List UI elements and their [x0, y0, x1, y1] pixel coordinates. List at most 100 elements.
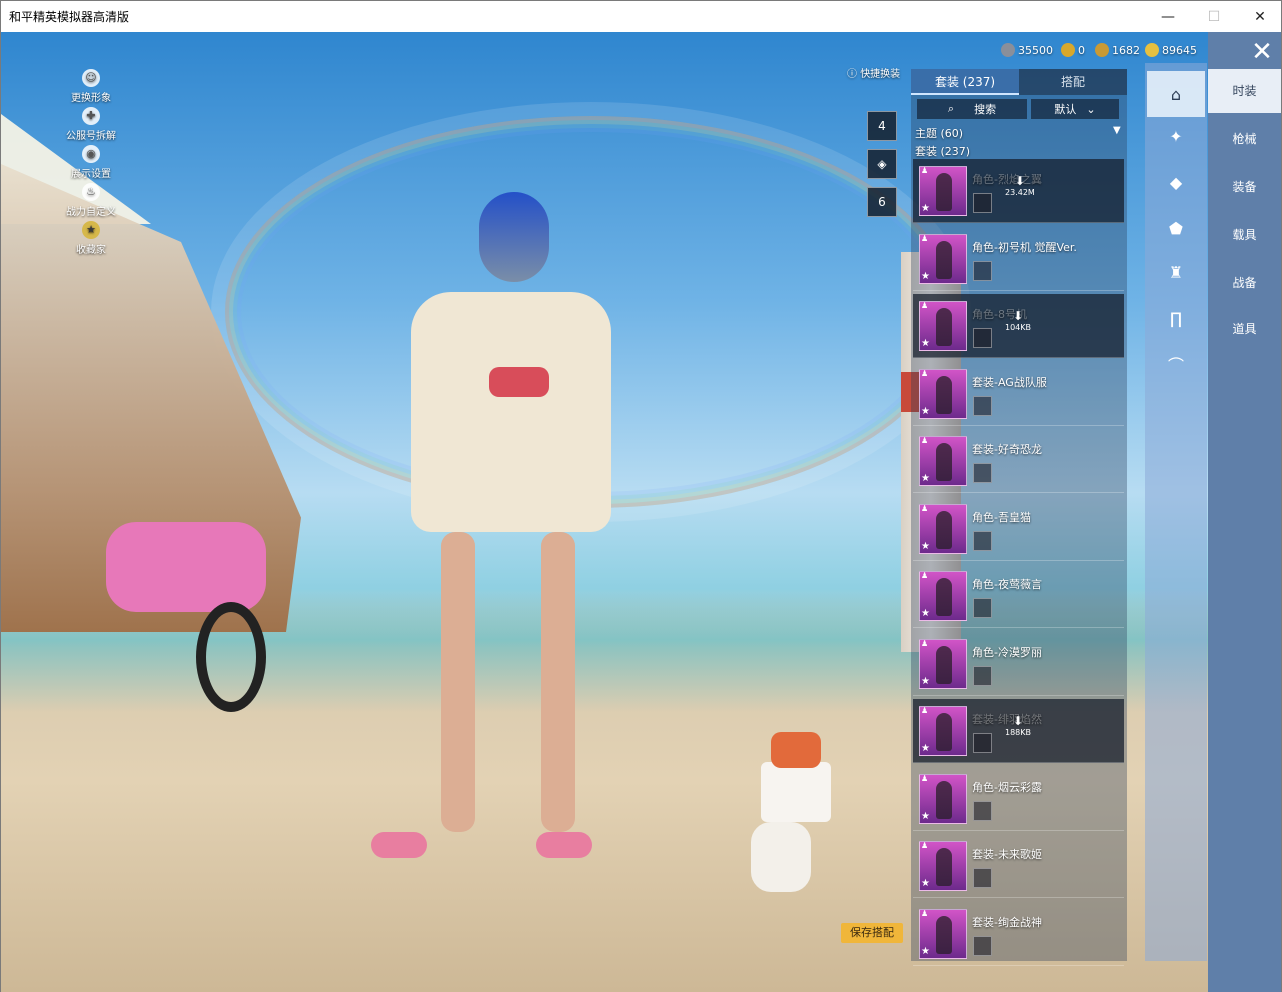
- rarity-corner-icon: ♟: [921, 774, 929, 783]
- outfit-item-label: 角色-烟云彩露: [972, 781, 1042, 794]
- outfit-item-label: 角色-吾皇猫: [972, 511, 1031, 524]
- nav-fashion[interactable]: 时装: [1208, 69, 1281, 113]
- outfit-part-icon: [973, 193, 992, 213]
- nav-vehicles[interactable]: 载具: [1208, 213, 1281, 257]
- helmet-icon[interactable]: ⬟: [1147, 205, 1205, 251]
- outfit-part-icon: [973, 936, 992, 956]
- outfit-tabs: 套装 (237) 搭配: [911, 69, 1127, 95]
- download-size: 104KB: [1005, 323, 1032, 332]
- display-settings-button[interactable]: ◉ 展示设置: [61, 145, 121, 180]
- star-icon: ★: [921, 811, 930, 822]
- nav-weapons[interactable]: 枪械: [1208, 117, 1281, 161]
- bronze-coin-icon: [1095, 43, 1109, 57]
- rarity-corner-icon: ♟: [921, 639, 929, 648]
- emblem-icon: ◈: [877, 157, 887, 171]
- nav-battle-gear[interactable]: 战备: [1208, 261, 1281, 305]
- outfit-item-label: 套装-好奇恐龙: [972, 443, 1042, 456]
- star-icon: ★: [921, 338, 930, 349]
- download-icon: ⬇: [1012, 309, 1024, 323]
- change-appearance-button[interactable]: ☺ 更换形象: [61, 69, 121, 104]
- title-bar: 和平精英模拟器高清版 — ☐ ✕: [1, 1, 1281, 32]
- gold-coin-icon: [1145, 43, 1159, 57]
- outfit-part-icon: [973, 733, 992, 753]
- collector-button[interactable]: ★ 收藏家: [61, 221, 121, 256]
- rarity-corner-icon: ♟: [921, 436, 929, 445]
- outfit-part-icon: [973, 261, 992, 281]
- outfit-item[interactable]: ♟ ★ 角色-烈焰之翼 ⬇ 23.42M: [913, 159, 1124, 223]
- power-custom-button[interactable]: ♨ 战力自定义: [61, 183, 121, 218]
- download-indicator[interactable]: ⬇ 23.42M: [1005, 174, 1035, 197]
- eye-icon: ◉: [82, 145, 100, 163]
- gun-skin-icon[interactable]: ✦: [1147, 113, 1205, 159]
- outfit-item[interactable]: ♟ ★ 角色-吾皇猫: [913, 497, 1124, 561]
- star-icon: ★: [921, 743, 930, 754]
- outfit-item[interactable]: ♟ ★ 套装-绚金战神: [913, 902, 1124, 966]
- download-indicator[interactable]: ⬇ 104KB: [1005, 309, 1031, 332]
- outfit-item[interactable]: ♟ ★ 角色-8号机 ⬇ 104KB: [913, 294, 1124, 358]
- outfit-item[interactable]: ♟ ★ 角色-冷漠罗丽: [913, 632, 1124, 696]
- section-theme[interactable]: 主题 (60): [915, 125, 963, 141]
- rarity-corner-icon: ♟: [921, 706, 929, 715]
- outfit-icon[interactable]: ♜: [1147, 249, 1205, 295]
- outfit-item-label: 套装-未来歌姬: [972, 848, 1042, 861]
- search-input[interactable]: ⌕ 搜索: [917, 99, 1027, 119]
- download-indicator[interactable]: ⬇ 188KB: [1005, 714, 1031, 737]
- token-icon: [1061, 43, 1075, 57]
- hat-icon[interactable]: ⌂: [1147, 71, 1205, 117]
- outfit-part-icon: [973, 463, 992, 483]
- help-icon[interactable]: ⓘ: [847, 69, 857, 80]
- dropdown-arrow-icon[interactable]: ▼: [1113, 125, 1121, 136]
- star-icon: ★: [921, 271, 930, 282]
- rarity-corner-icon: ♟: [921, 301, 929, 310]
- close-panel-icon[interactable]: ✕: [1247, 37, 1277, 67]
- save-outfit-button[interactable]: 保存搭配: [841, 923, 903, 943]
- rarity-corner-icon: ♟: [921, 504, 929, 513]
- pants-icon[interactable]: ∏: [1147, 295, 1205, 341]
- sort-select[interactable]: 默认 ⌄: [1031, 99, 1119, 119]
- currency-token: 0: [1061, 41, 1085, 59]
- rarity-corner-icon: ♟: [921, 841, 929, 850]
- rarity-corner-icon: ♟: [921, 369, 929, 378]
- fire-icon: ♨: [82, 183, 100, 201]
- shoes-icon[interactable]: ⌒: [1147, 341, 1205, 387]
- bag-icon[interactable]: ◆: [1147, 159, 1205, 205]
- quick-slot-2[interactable]: ◈: [867, 149, 897, 179]
- window-title: 和平精英模拟器高清版: [9, 10, 130, 24]
- outfit-item[interactable]: ♟ ★ 套装-绯羽焰然 ⬇ 188KB: [913, 699, 1124, 763]
- outfit-item[interactable]: ♟ ★ 角色-夜莺薇言: [913, 564, 1124, 628]
- outfit-item[interactable]: ♟ ★ 角色-初号机 觉醒Ver.: [913, 227, 1124, 291]
- tab-suits[interactable]: 套装 (237): [911, 69, 1019, 95]
- outfit-item[interactable]: ♟ ★ 角色-烟云彩露: [913, 767, 1124, 831]
- outfit-item-label: 套装-AG战队服: [972, 376, 1047, 389]
- nav-props[interactable]: 道具: [1208, 307, 1281, 351]
- outfit-part-icon: [973, 598, 992, 618]
- quick-slot-3[interactable]: 6: [867, 187, 897, 217]
- outfit-item[interactable]: ♟ ★ 套装-未来歌姬: [913, 834, 1124, 898]
- close-icon[interactable]: ✕: [1237, 1, 1282, 32]
- gamepad-icon: ✚: [82, 107, 100, 125]
- outfit-part-icon: [973, 531, 992, 551]
- maximize-icon[interactable]: ☐: [1191, 1, 1237, 32]
- tab-match[interactable]: 搭配: [1019, 69, 1127, 95]
- outfit-part-icon: [973, 666, 992, 686]
- account-parse-button[interactable]: ✚ 公服号拆解: [61, 107, 121, 142]
- badge-icon: ★: [82, 221, 100, 239]
- pet-companion: [731, 722, 831, 902]
- outfit-item[interactable]: ♟ ★ 套装-AG战队服: [913, 362, 1124, 426]
- quick-change-label: ⓘ 快捷换装: [847, 69, 901, 80]
- outfit-part-icon: [973, 328, 992, 348]
- outfit-item-label: 角色-夜莺薇言: [972, 578, 1042, 591]
- currency-gold: 89645: [1145, 41, 1197, 59]
- player-character[interactable]: [371, 192, 621, 892]
- quick-slot-1[interactable]: 4: [867, 111, 897, 141]
- rarity-corner-icon: ♟: [921, 166, 929, 175]
- nav-equipment[interactable]: 装备: [1208, 165, 1281, 209]
- star-icon: ★: [921, 473, 930, 484]
- outfit-item-label: 角色-冷漠罗丽: [972, 646, 1042, 659]
- outfit-item[interactable]: ♟ ★ 套装-好奇恐龙: [913, 429, 1124, 493]
- minimize-icon[interactable]: —: [1145, 1, 1191, 32]
- currency-bronze: 1682: [1095, 41, 1140, 59]
- rarity-corner-icon: ♟: [921, 571, 929, 580]
- person-icon: ☺: [82, 69, 100, 87]
- section-suits: 套装 (237): [915, 145, 971, 158]
